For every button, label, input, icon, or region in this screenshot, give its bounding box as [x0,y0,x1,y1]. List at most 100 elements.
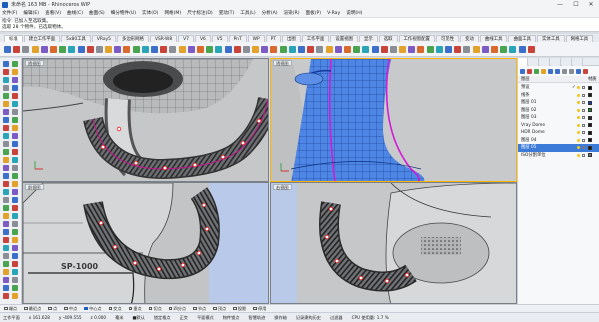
layer-row[interactable]: 图层 01 [518,99,599,107]
osnap-item[interactable]: 切点 [148,306,162,312]
side-tool-icon[interactable] [3,189,9,195]
toolbar-tool-icon[interactable] [454,45,462,53]
side-tool-icon[interactable] [12,173,18,179]
side-tool-icon[interactable] [12,253,18,259]
panel-tab-icon[interactable] [529,58,539,66]
toolbar-tool-icon[interactable] [13,45,21,53]
layer-row[interactable]: HDR Dome [518,129,599,137]
osnap-checkbox[interactable] [213,306,217,311]
tab-select[interactable]: 选取 [378,35,398,42]
layer-tool-icon[interactable] [569,68,574,74]
toolbar-tool-icon[interactable] [86,45,94,53]
side-tool-icon[interactable] [12,181,18,187]
layer-color-swatch[interactable] [588,85,592,90]
close-button[interactable]: ✕ [583,0,599,9]
osnap-item[interactable]: 点 [48,306,57,312]
toolbar-tool-icon[interactable] [307,45,315,53]
side-tool-icon[interactable] [12,269,18,275]
layer-row[interactable]: 图层 03 [518,114,599,122]
osnap-checkbox[interactable] [108,306,113,311]
viewport-title[interactable]: 前视图 [25,184,44,190]
osnap-checkbox[interactable] [233,306,237,311]
menu-surface[interactable]: 曲面(S) [89,10,105,16]
menu-view[interactable]: 查看(V) [45,10,61,16]
side-tool-icon[interactable] [12,285,18,291]
side-tool-icon[interactable] [3,85,9,91]
panel-tab-icon[interactable] [518,58,528,66]
side-tool-icon[interactable] [12,149,18,155]
side-tool-icon[interactable] [12,229,18,235]
tab-v7[interactable]: V7 [178,35,194,42]
toolbar-tool-icon[interactable] [509,45,517,53]
viewport-title[interactable]: 右视图 [273,184,292,190]
osnap-item[interactable]: 中点 [64,306,77,312]
tab-pnt[interactable]: PnT [228,35,247,42]
viewport-title[interactable]: 透视图 [273,60,292,66]
osnap-checkbox[interactable] [128,306,133,311]
toolbar-tool-icon[interactable] [40,45,48,53]
layer-row[interactable]: 线条 [518,92,599,100]
tab-standard[interactable]: 标准 [4,35,23,42]
toolbar-tool-icon[interactable] [380,45,388,53]
layer-color-swatch[interactable] [588,153,592,158]
tab-pt[interactable]: PT [265,35,281,42]
toolbar-tool-icon[interactable] [334,45,342,53]
layer-color-swatch[interactable] [588,100,592,105]
menu-panels[interactable]: 面板(P) [306,10,322,16]
panel-tab-icon[interactable] [562,58,572,66]
viewport-right[interactable]: 右视图 [270,182,517,304]
menu-solid[interactable]: 实体(O) [142,10,158,16]
layer-color-swatch[interactable] [588,130,592,135]
lock-icon[interactable] [582,131,585,134]
status-cplane[interactable]: 工作平面 [3,315,20,321]
layer-color-swatch[interactable] [588,93,592,98]
side-tool-icon[interactable] [12,261,18,267]
toolbar-tool-icon[interactable] [215,45,223,53]
menu-analyze[interactable]: 分析(A) [262,10,278,16]
panel-tab-icon[interactable] [540,58,550,66]
side-tool-icon[interactable] [3,205,9,211]
side-tool-icon[interactable] [3,125,9,131]
toolbar-tool-icon[interactable] [288,45,296,53]
menu-render[interactable]: 渲染(R) [284,10,300,16]
status-smarttrack[interactable]: 智慧轨迹 [249,315,266,321]
visibility-bulb-icon[interactable] [577,86,580,89]
status-filter[interactable]: 过滤器 [330,315,343,321]
menu-edit[interactable]: 编辑(E) [23,10,39,16]
toolbar-tool-icon[interactable] [233,45,241,53]
osnap-item[interactable]: 中心点 [84,306,102,312]
side-tool-icon[interactable] [3,253,9,259]
side-tool-icon[interactable] [12,101,18,107]
menu-transform[interactable]: 变动(T) [219,10,235,16]
side-tool-icon[interactable] [12,93,18,99]
status-gumball[interactable]: 操作轴 [274,315,287,321]
layer-color-swatch[interactable] [588,115,592,120]
toolbar-tool-icon[interactable] [399,45,407,53]
tab-polymesh[interactable]: 多边形网格 [116,35,149,42]
side-tool-icon[interactable] [3,221,9,227]
lock-icon[interactable] [582,146,585,149]
layer-tool-icon[interactable] [555,68,560,74]
osnap-checkbox[interactable] [253,306,257,311]
toolbar-tool-icon[interactable] [169,45,177,53]
menu-help[interactable]: 说明(H) [346,10,362,16]
side-tool-icon[interactable] [12,213,18,219]
side-tool-icon[interactable] [12,61,18,67]
menu-subd[interactable]: 细分物件(U) [111,10,136,16]
tab-solid-tools[interactable]: 实体工具 [537,35,565,42]
tab-v6[interactable]: V6 [194,35,211,42]
toolbar-tool-icon[interactable] [196,45,204,53]
layer-tool-icon[interactable] [520,68,525,74]
side-tool-icon[interactable] [3,149,9,155]
layer-tool-icon[interactable] [534,68,539,74]
side-tool-icon[interactable] [12,293,18,299]
toolbar-tool-icon[interactable] [279,45,287,53]
viewport-title[interactable]: 透视图 [25,60,44,66]
current-layer-check-icon[interactable]: ✓ [572,84,576,92]
layer-row[interactable]: 预设 ✓ [518,84,599,92]
side-tool-icon[interactable] [12,237,18,243]
side-tool-icon[interactable] [3,93,9,99]
toolbar-tool-icon[interactable] [141,45,149,53]
tab-workplane[interactable]: 工作平面 [301,35,330,42]
side-tool-icon[interactable] [3,293,9,299]
